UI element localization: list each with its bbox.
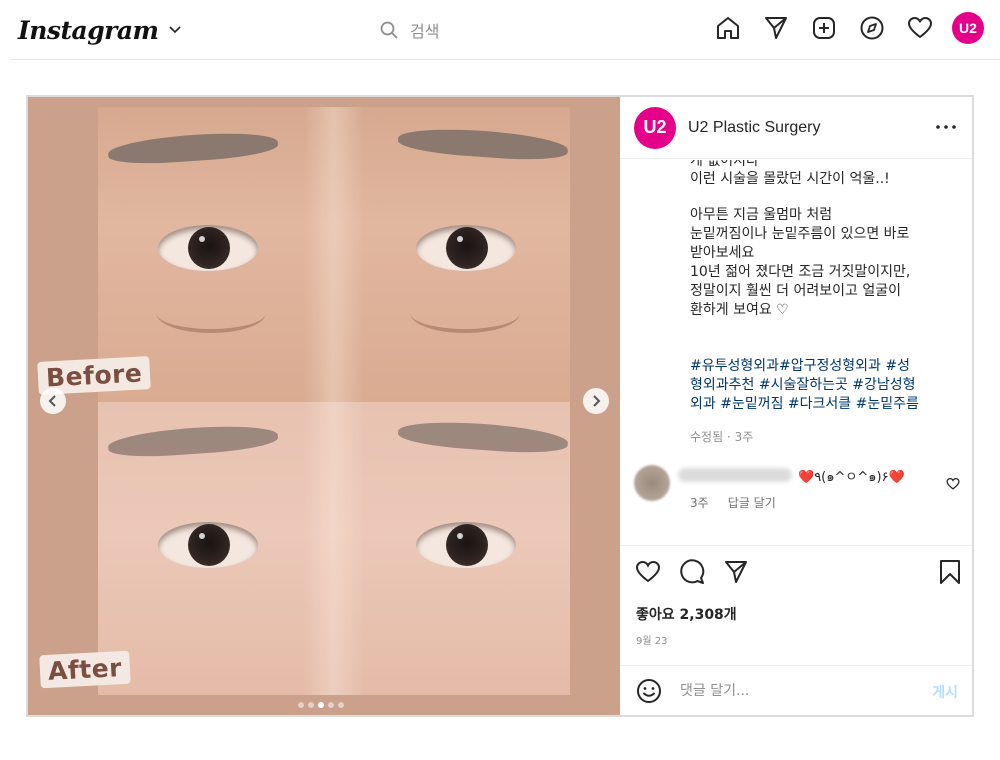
home-icon[interactable] [712, 12, 744, 44]
carousel-dot [298, 702, 304, 708]
caption-line: 아무튼 지금 울멈마 처럼 [690, 207, 833, 223]
hashtag-line[interactable]: 형외과추천 #시술잘하는곳 #강남성형 [690, 376, 916, 395]
paper-plane-icon [725, 561, 747, 583]
save-button[interactable] [936, 558, 964, 586]
heart-icon [946, 477, 960, 490]
carousel-indicator [298, 702, 348, 708]
bookmark-icon [940, 560, 960, 584]
hashtag-line[interactable]: #유투성형외과#압구정성형외과 #성 [690, 357, 910, 376]
more-options-button[interactable] [934, 117, 958, 137]
post-side-panel: U2 U2 Plastic Surgery 게 없어지다 이런 시술을 몰랐던 … [620, 97, 972, 715]
after-photo [98, 402, 570, 695]
right-under-eye-bag [410, 293, 520, 333]
right-iris [446, 227, 488, 269]
comment-text: ❤️٩(๑^ㅇ^๑)۶❤️ [798, 470, 905, 485]
plus-square-icon[interactable] [808, 12, 840, 44]
chevron-down-icon[interactable] [168, 26, 181, 34]
comment-input[interactable] [680, 678, 910, 703]
more-icon [936, 125, 956, 129]
nose-highlight [304, 402, 364, 695]
add-comment-bar: 게시 [620, 665, 972, 715]
comment-meta: 3주 답글 달기 [690, 494, 776, 511]
heart-icon [635, 560, 661, 583]
carousel-dot [318, 702, 324, 708]
caption-line: 눈밑꺼짐이나 눈밑주름이 있으면 바로 [690, 226, 910, 242]
account-name[interactable]: U2 Plastic Surgery [688, 119, 821, 137]
post-header: U2 U2 Plastic Surgery [620, 97, 972, 159]
caption-line: 받아보세요 [690, 245, 755, 261]
caption-line: 환하게 보여요 ♡ [690, 302, 789, 318]
right-brow [397, 125, 569, 163]
hashtag-line[interactable]: 외과 #눈밑꺼짐 #다크서클 #눈밑주름 [690, 395, 919, 414]
post-date: 9월 23 [636, 636, 668, 647]
like-button[interactable] [634, 558, 662, 586]
left-iris [188, 227, 230, 269]
post-media[interactable]: Before After [28, 97, 620, 715]
post-actions: 좋아요 2,308개 9월 23 [620, 545, 972, 665]
carousel-next-button[interactable] [583, 388, 609, 414]
search-icon [380, 21, 398, 39]
heart-icon[interactable] [904, 12, 936, 44]
post-card: Before After U2 U2 Plastic Surgery 게 없어지… [26, 95, 974, 717]
compass-icon[interactable] [856, 12, 888, 44]
chevron-left-icon [48, 395, 56, 407]
comment-like-button[interactable] [946, 476, 960, 490]
left-brow [107, 129, 279, 167]
caption-scroll-area[interactable]: 게 없어지다 이런 시술을 몰랐던 시간이 억울..! 아무튼 지금 울멈마 처… [620, 160, 972, 544]
right-eye [416, 522, 516, 568]
share-button[interactable] [722, 558, 750, 586]
post-comment-button[interactable]: 게시 [932, 682, 958, 702]
logo-text: Instagram [18, 15, 159, 45]
carousel-dot [338, 702, 344, 708]
likes-count[interactable]: 좋아요 2,308개 [636, 604, 737, 624]
commenter-avatar[interactable] [634, 465, 670, 501]
top-navigation: Instagram 검색 U2 [0, 0, 1000, 60]
reply-button[interactable]: 답글 달기 [728, 496, 776, 510]
search-input[interactable]: 검색 [410, 18, 439, 42]
right-brow [397, 418, 569, 456]
nav-icons: U2 [712, 12, 984, 44]
left-eye [158, 522, 258, 568]
right-iris [446, 524, 488, 566]
carousel-prev-button[interactable] [40, 388, 66, 414]
left-brow [107, 422, 279, 460]
carousel-dot [308, 702, 314, 708]
nose-highlight [304, 107, 364, 402]
after-label: After [39, 650, 131, 689]
instagram-logo[interactable]: Instagram [18, 10, 181, 50]
emoji-button[interactable] [636, 678, 662, 704]
caption-line: 이런 시술을 몰랐던 시간이 억울..! [690, 171, 890, 187]
chevron-right-icon [593, 395, 601, 407]
header-divider [10, 59, 1000, 60]
profile-avatar[interactable]: U2 [952, 12, 984, 44]
carousel-dot [328, 702, 334, 708]
caption-meta: 수정됨 · 3주 [690, 430, 754, 444]
comment-time: 3주 [690, 496, 709, 510]
commenter-name-blurred[interactable] [678, 468, 792, 482]
search-bar[interactable]: 검색 [380, 15, 580, 45]
before-photo [98, 107, 570, 402]
left-iris [188, 524, 230, 566]
paper-plane-icon[interactable] [760, 12, 792, 44]
left-under-eye-bag [156, 293, 266, 333]
caption-line: 10년 젊어 졌다면 조금 거짓말이지만, [690, 264, 911, 280]
left-eye [158, 225, 258, 271]
right-eye [416, 225, 516, 271]
comment-button[interactable] [678, 558, 706, 586]
caption-line: 정말이지 훨씬 더 어려보이고 얼굴이 [690, 283, 901, 299]
account-avatar[interactable]: U2 [634, 106, 676, 149]
smiley-icon [637, 678, 661, 703]
comment-icon [680, 559, 705, 584]
